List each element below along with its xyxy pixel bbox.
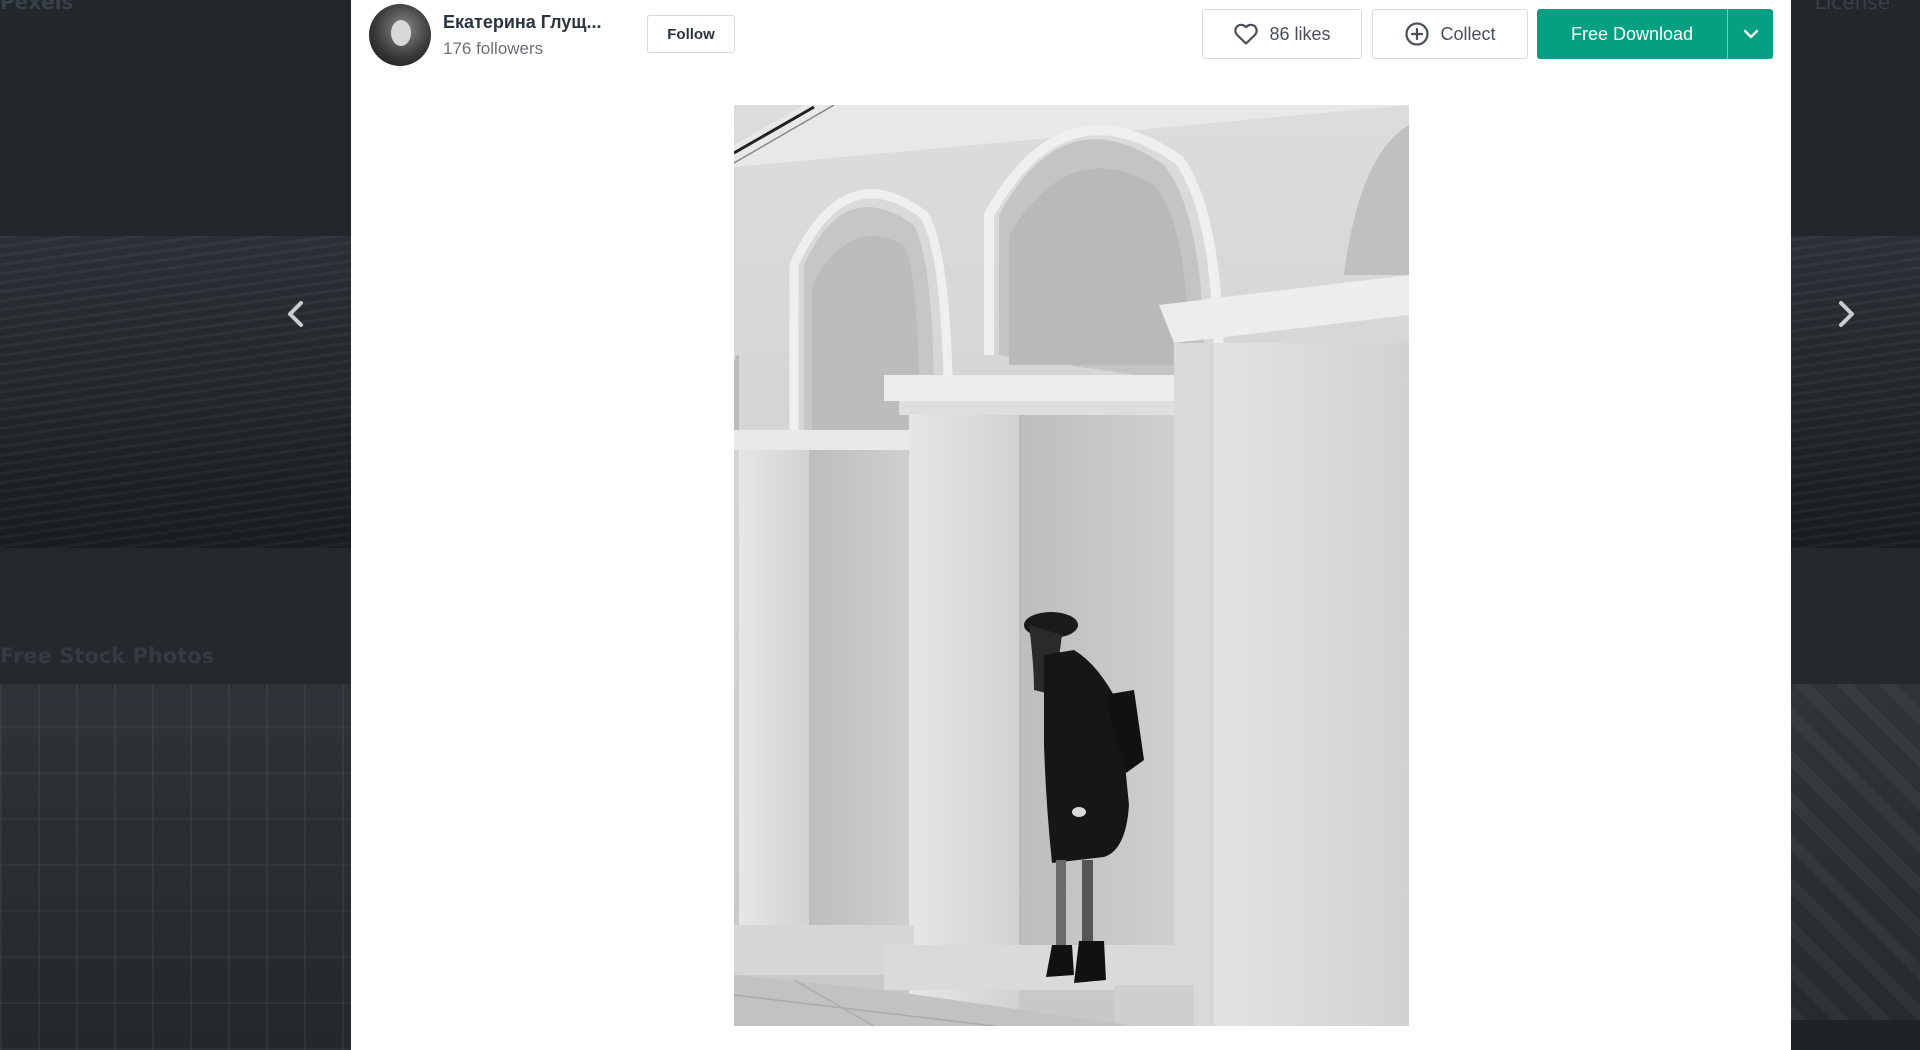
heart-icon <box>1233 22 1259 46</box>
like-button[interactable]: 86 likes <box>1202 9 1362 59</box>
background-thumbnail <box>0 684 351 1050</box>
avatar[interactable] <box>369 4 431 66</box>
download-options-button[interactable] <box>1727 9 1773 59</box>
chevron-down-icon <box>1743 29 1758 39</box>
previous-photo-button[interactable] <box>276 294 316 334</box>
download-button-group: Free Download <box>1537 9 1773 59</box>
photographer-name[interactable]: Екатерина Глущ... <box>443 12 602 33</box>
background-license-link: License <box>1814 0 1890 14</box>
next-photo-button[interactable] <box>1826 294 1866 334</box>
photographer-info: Екатерина Глущ... 176 followers <box>369 4 602 66</box>
likes-label: 86 likes <box>1269 23 1331 44</box>
free-download-button[interactable]: Free Download <box>1537 9 1727 59</box>
background-brand-logo: Pexels <box>0 0 74 14</box>
follow-button[interactable]: Follow <box>647 15 735 53</box>
collect-label: Collect <box>1440 23 1496 44</box>
background-thumbnail <box>1790 684 1920 1020</box>
photo-modal: Екатерина Глущ... 176 followers Follow 8… <box>351 0 1791 1050</box>
plus-circle-icon <box>1404 21 1430 47</box>
main-photo[interactable] <box>734 105 1409 1026</box>
chevron-left-icon <box>288 301 303 327</box>
chevron-right-icon <box>1839 301 1854 327</box>
followers-count: 176 followers <box>443 38 544 58</box>
background-section-title: Free Stock Photos <box>0 644 215 668</box>
collect-button[interactable]: Collect <box>1372 9 1528 59</box>
